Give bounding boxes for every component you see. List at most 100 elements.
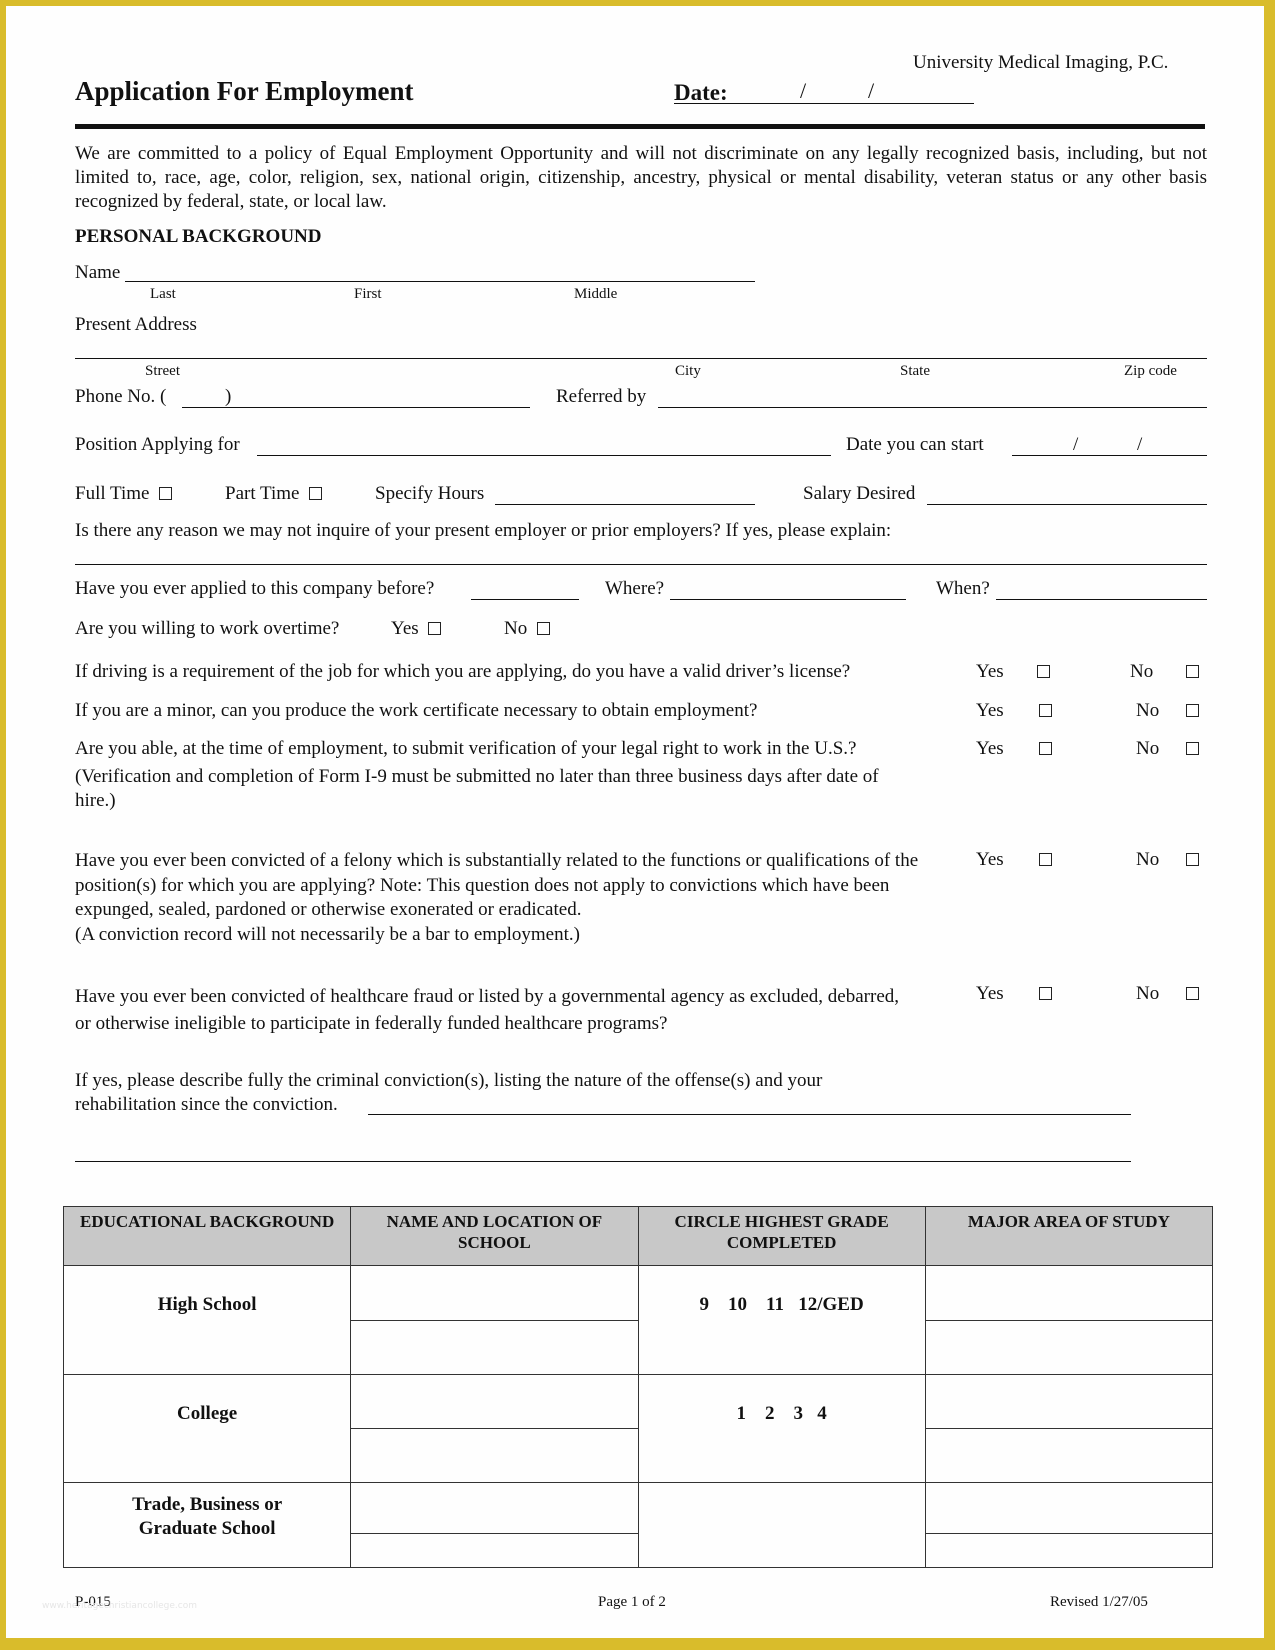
referred-label: Referred by	[556, 386, 647, 407]
name-field[interactable]	[125, 281, 755, 282]
inquire-question: Is there any reason we may not inquire o…	[75, 520, 892, 541]
high-school-name-line2[interactable]	[351, 1321, 637, 1375]
education-table: EDUCATIONAL BACKGROUND NAME AND LOCATION…	[62, 1206, 1214, 1568]
position-field[interactable]	[257, 455, 831, 456]
name-sublabel-middle: Middle	[574, 286, 618, 302]
salary-label: Salary Desired	[803, 483, 916, 504]
hours-field[interactable]	[495, 504, 755, 505]
company-name: University Medical Imaging, P.C.	[913, 52, 1169, 73]
college-grade-options[interactable]: 1 2 3 4	[637, 1374, 926, 1483]
q5-yes-label: Yes	[976, 983, 1004, 1004]
address-field[interactable]	[75, 358, 1207, 359]
header-rule	[75, 124, 1205, 129]
start-date-field[interactable]	[1012, 455, 1207, 456]
row-label-trade-graduate: Trade, Business or Graduate School	[62, 1482, 352, 1568]
trade-grade-cell[interactable]	[637, 1482, 926, 1568]
q3-no-checkbox[interactable]	[1186, 742, 1199, 755]
high-school-grade-options[interactable]: 9 10 11 12/GED	[637, 1265, 926, 1375]
start-date-label: Date you can start	[846, 434, 984, 455]
header-school-name-location: NAME AND LOCATION OF SCHOOL	[350, 1206, 639, 1266]
college-name-cell[interactable]	[350, 1374, 639, 1483]
q4-no-checkbox[interactable]	[1186, 853, 1199, 866]
trade-name-cell[interactable]	[350, 1482, 639, 1568]
high-school-major-line1[interactable]	[925, 1266, 1212, 1321]
question-felony-note: (A conviction record will not necessaril…	[75, 923, 580, 945]
q1-no-label: No	[1130, 661, 1154, 682]
conviction-describe-field-2[interactable]	[75, 1161, 1131, 1162]
college-name-line2[interactable]	[351, 1429, 637, 1482]
conviction-describe-field[interactable]	[368, 1114, 1131, 1115]
header-educational-background: EDUCATIONAL BACKGROUND	[62, 1206, 352, 1266]
overtime-yes-option[interactable]: Yes	[391, 618, 442, 640]
q2-no-label: No	[1136, 700, 1160, 721]
college-major-cell[interactable]	[924, 1374, 1214, 1483]
overtime-yes-checkbox[interactable]	[428, 622, 442, 635]
trade-name-line2[interactable]	[351, 1534, 637, 1567]
q2-no-checkbox[interactable]	[1186, 704, 1199, 717]
start-date-separator: /	[1073, 434, 1079, 455]
full-time-option[interactable]: Full Time	[75, 483, 172, 505]
when-field[interactable]	[996, 599, 1207, 600]
q2-yes-checkbox[interactable]	[1039, 704, 1052, 717]
q1-no-checkbox[interactable]	[1186, 665, 1199, 678]
header-major-area: MAJOR AREA OF STUDY	[924, 1206, 1214, 1266]
salary-field[interactable]	[927, 504, 1207, 505]
q1-yes-checkbox[interactable]	[1037, 665, 1050, 678]
part-time-checkbox[interactable]	[308, 487, 322, 500]
when-label: When?	[936, 578, 990, 599]
q4-no-label: No	[1136, 849, 1160, 870]
college-name-line1[interactable]	[351, 1375, 638, 1429]
footer-page-number: Page 1 of 2	[598, 1594, 666, 1610]
hours-label: Specify Hours	[375, 483, 485, 504]
full-time-checkbox[interactable]	[158, 487, 172, 500]
trade-major-line2[interactable]	[926, 1534, 1212, 1567]
conviction-describe-line1: If yes, please describe fully the crimin…	[75, 1070, 823, 1091]
name-sublabel-last: Last	[150, 286, 176, 302]
header-highest-grade: CIRCLE HIGHEST GRADE COMPLETED	[637, 1206, 926, 1266]
overtime-no-option[interactable]: No	[504, 618, 550, 640]
address-sublabel-city: City	[675, 363, 701, 379]
applied-before-label: Have you ever applied to this company be…	[75, 578, 435, 599]
q4-yes-label: Yes	[976, 849, 1004, 870]
address-sublabel-street: Street	[145, 363, 180, 379]
page-title: Application For Employment	[75, 76, 414, 106]
applied-before-field[interactable]	[471, 599, 579, 600]
phone-field[interactable]	[182, 407, 530, 408]
row-label-high-school: High School	[62, 1265, 352, 1375]
watermark-text: www.heritagechristiancollege.com	[42, 1601, 197, 1611]
q5-no-checkbox[interactable]	[1186, 987, 1199, 1000]
high-school-major-cell[interactable]	[924, 1265, 1214, 1375]
where-field[interactable]	[670, 599, 906, 600]
high-school-name-cell[interactable]	[350, 1265, 639, 1375]
q3-yes-checkbox[interactable]	[1039, 742, 1052, 755]
question-work-certificate: If you are a minor, can you produce the …	[75, 700, 758, 721]
part-time-option[interactable]: Part Time	[225, 483, 322, 505]
date-field[interactable]	[674, 103, 974, 104]
q1-yes-label: Yes	[976, 661, 1004, 682]
trade-major-cell[interactable]	[924, 1482, 1214, 1568]
overtime-yes-label: Yes	[391, 618, 419, 639]
row-label-college: College	[62, 1374, 352, 1483]
q4-yes-checkbox[interactable]	[1039, 853, 1052, 866]
part-time-label: Part Time	[225, 483, 300, 504]
education-table-header: EDUCATIONAL BACKGROUND NAME AND LOCATION…	[62, 1206, 1214, 1266]
table-row-college: College 1 2 3 4	[62, 1374, 1214, 1483]
address-label: Present Address	[75, 314, 197, 335]
high-school-major-line2[interactable]	[926, 1321, 1212, 1375]
trade-name-line1[interactable]	[351, 1483, 638, 1534]
overtime-no-checkbox[interactable]	[536, 622, 550, 635]
question-felony: Have you ever been convicted of a felony…	[75, 849, 925, 947]
referred-field[interactable]	[658, 407, 1207, 408]
question-drivers-license: If driving is a requirement of the job f…	[75, 661, 851, 682]
high-school-name-line1[interactable]	[351, 1266, 638, 1321]
date-separator: /	[800, 78, 807, 103]
address-sublabel-zip: Zip code	[1124, 363, 1177, 379]
q5-yes-checkbox[interactable]	[1039, 987, 1052, 1000]
trade-major-line1[interactable]	[925, 1483, 1212, 1534]
start-date-separator: /	[1137, 434, 1143, 455]
address-sublabel-state: State	[900, 363, 930, 379]
college-major-line1[interactable]	[925, 1375, 1212, 1429]
table-row-high-school: High School 9 10 11 12/GED	[62, 1265, 1214, 1375]
college-major-line2[interactable]	[926, 1429, 1212, 1482]
inquire-explain-field[interactable]	[75, 564, 1207, 565]
